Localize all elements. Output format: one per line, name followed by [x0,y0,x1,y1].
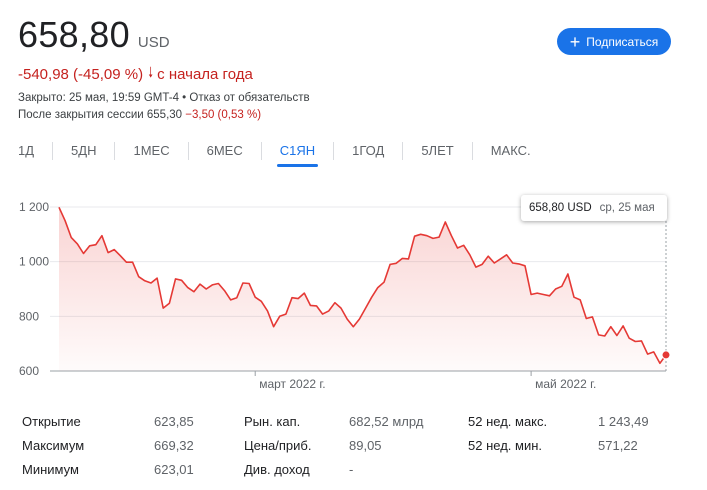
ytd-change: -540,98 (-45,09 %) 🠓 с начала года [18,62,253,86]
plus-icon: + [569,31,581,52]
x-tick-label: май 2022 г. [535,377,596,391]
after-hours-label: После закрытия сессии 655,30 [18,109,183,121]
currency-label: USD [137,34,170,51]
current-price: 658,80 [18,14,130,55]
stat-label: Минимум [22,462,79,477]
change-value: -540,98 (-45,09 %) [18,65,144,83]
after-hours-change: −3,50 (0,53 %) [185,109,262,121]
x-tick-label: март 2022 г. [259,377,325,391]
stat-label: Цена/приб. [244,438,312,453]
stat-open: Открытие 623,85 [22,414,194,429]
y-tick-label: 600 [19,364,39,378]
stat-52w-low: 52 нед. мин. 571,22 [468,438,638,453]
stat-pe: Цена/приб. 89,05 [244,438,382,453]
tooltip-value: 658,80 USD [529,202,592,214]
after-hours-status: После закрытия сессии 655,30 −3,50 (0,53… [18,109,261,121]
subscribe-label: Подписаться [586,34,659,49]
chart-tooltip: 658,80 USD ср, 25 мая [521,195,667,221]
tab-5y[interactable]: 5ЛЕТ [421,140,453,161]
tab-1m[interactable]: 1МЕС [133,140,169,161]
stat-value: 571,22 [598,438,638,453]
stat-label: 52 нед. макс. [468,414,548,429]
tab-divider [402,141,404,160]
stat-value: 623,01 [154,462,194,477]
stat-value: 623,85 [154,414,194,429]
stat-label: 52 нед. мин. [468,438,542,453]
y-tick-label: 800 [19,309,39,323]
price-header: 658,80 USD [18,14,170,56]
tab-divider [52,141,54,160]
change-period: с начала года [157,65,253,83]
stat-value: 89,05 [349,438,382,453]
range-tabs: 1Д 5ДН 1МЕС 6МЕС С1ЯН 1ГОД 5ЛЕТ МАКС. [18,140,531,167]
stat-52w-high: 52 нед. макс. 1 243,49 [468,414,649,429]
tab-5d[interactable]: 5ДН [71,140,96,161]
tab-1y[interactable]: 1ГОД [352,140,384,161]
y-tick-label: 1 000 [19,255,49,269]
tab-divider [333,141,335,160]
stat-value: 669,32 [154,438,194,453]
tab-6m[interactable]: 6МЕС [207,140,243,161]
stat-label: Рын. кап. [244,414,301,429]
stat-label: Открытие [22,414,81,429]
y-tick-label: 1 200 [19,200,49,214]
tooltip-date: ср, 25 мая [599,202,655,214]
price-area [59,207,666,371]
tab-1d[interactable]: 1Д [18,140,34,161]
current-point [661,350,671,360]
down-arrow-icon: 🠓 [148,64,154,80]
stat-low: Минимум 623,01 [22,462,194,477]
stat-div-yield: Див. доход - [244,462,353,477]
tab-divider [260,141,262,160]
closed-status: Закрыто: 25 мая, 19:59 GMT-4 • Отказ от … [18,92,310,104]
stat-value: 1 243,49 [598,414,649,429]
tab-divider [187,141,189,160]
subscribe-button[interactable]: + Подписаться [557,28,671,55]
stat-value: - [349,462,354,477]
tab-divider [471,141,473,160]
stat-label: Див. доход [244,462,310,477]
stat-high: Максимум 669,32 [22,438,194,453]
stat-label: Максимум [22,438,85,453]
tab-ytd[interactable]: С1ЯН [276,140,319,167]
tab-max[interactable]: МАКС. [491,140,531,161]
stat-market-cap: Рын. кап. 682,52 млрд [244,414,423,429]
tab-divider [114,141,116,160]
stat-value: 682,52 млрд [349,414,424,429]
